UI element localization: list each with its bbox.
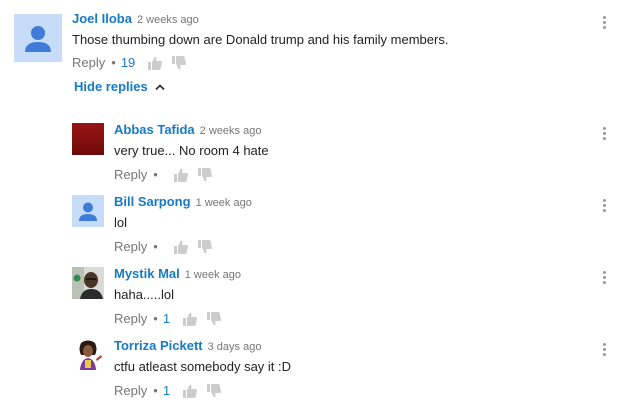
- default-user-avatar-icon[interactable]: [72, 195, 104, 227]
- reply-button[interactable]: Reply: [114, 167, 147, 183]
- more-options-icon[interactable]: [600, 270, 608, 286]
- timestamp[interactable]: 2 weeks ago: [200, 125, 262, 137]
- comment-text: lol: [114, 215, 128, 230]
- more-options-icon[interactable]: [600, 126, 608, 142]
- reply-button[interactable]: Reply: [114, 311, 147, 327]
- hide-replies-label: Hide replies: [74, 79, 148, 94]
- thumbs-up-icon[interactable]: [147, 55, 163, 71]
- timestamp[interactable]: 2 weeks ago: [137, 14, 199, 26]
- thumbs-up-icon[interactable]: [182, 311, 198, 327]
- dark-red-avatar-icon[interactable]: [72, 123, 104, 155]
- like-count: 1: [162, 311, 171, 326]
- comment-actions: Reply • 1: [114, 311, 230, 327]
- separator-dot: •: [111, 55, 116, 70]
- separator-dot: •: [153, 167, 158, 182]
- author-name[interactable]: Joel Iloba: [72, 11, 132, 26]
- comment-actions: Reply • 1: [114, 383, 230, 399]
- thumbs-down-icon[interactable]: [171, 55, 187, 71]
- cartoon-avatar-icon[interactable]: [72, 339, 104, 371]
- more-options-icon[interactable]: [600, 342, 608, 358]
- more-options-icon[interactable]: [600, 15, 608, 31]
- separator-dot: •: [153, 311, 158, 326]
- like-count: 19: [120, 55, 136, 70]
- thumbs-down-icon[interactable]: [197, 167, 213, 183]
- thumbs-up-icon[interactable]: [173, 167, 189, 183]
- comment-header: Bill Sarpong 1 week ago: [114, 194, 252, 211]
- comment-actions: Reply •: [114, 167, 221, 183]
- reply-button[interactable]: Reply: [114, 239, 147, 255]
- author-name[interactable]: Abbas Tafida: [114, 122, 195, 137]
- default-user-avatar-icon[interactable]: [14, 14, 62, 62]
- thumbs-down-icon[interactable]: [206, 311, 222, 327]
- thumbs-up-icon[interactable]: [173, 239, 189, 255]
- comment-header: Torriza Pickett 3 days ago: [114, 338, 261, 355]
- author-name[interactable]: Bill Sarpong: [114, 194, 191, 209]
- separator-dot: •: [153, 239, 158, 254]
- chevron-up-icon: [155, 83, 165, 91]
- comment-thread: Joel Iloba 2 weeks ago Those thumbing dow…: [0, 0, 622, 411]
- comment-text: ctfu atleast somebody say it :D: [114, 359, 292, 374]
- comment-header: Mystik Mal 1 week ago: [114, 266, 241, 283]
- reply-button[interactable]: Reply: [72, 55, 105, 71]
- comment-header: Joel Iloba 2 weeks ago: [72, 11, 199, 28]
- timestamp[interactable]: 3 days ago: [208, 341, 262, 353]
- thumbs-down-icon[interactable]: [206, 383, 222, 399]
- comment-text: Those thumbing down are Donald trump and…: [72, 32, 449, 47]
- thumbs-up-icon[interactable]: [182, 383, 198, 399]
- like-count: 1: [162, 383, 171, 398]
- reply-button[interactable]: Reply: [114, 383, 147, 399]
- author-name[interactable]: Mystik Mal: [114, 266, 180, 281]
- hide-replies-button[interactable]: Hide replies: [74, 79, 165, 95]
- comment-text: haha.....lol: [114, 287, 174, 302]
- thumbs-down-icon[interactable]: [197, 239, 213, 255]
- comment-header: Abbas Tafida 2 weeks ago: [114, 122, 261, 139]
- more-options-icon[interactable]: [600, 198, 608, 214]
- timestamp[interactable]: 1 week ago: [185, 269, 241, 281]
- comment-actions: Reply •: [114, 239, 221, 255]
- author-name[interactable]: Torriza Pickett: [114, 338, 203, 353]
- comment-actions: Reply • 19: [72, 55, 195, 71]
- separator-dot: •: [153, 383, 158, 398]
- timestamp[interactable]: 1 week ago: [196, 197, 252, 209]
- comment-text: very true... No room 4 hate: [114, 143, 269, 158]
- photo-avatar-icon[interactable]: [72, 267, 104, 299]
